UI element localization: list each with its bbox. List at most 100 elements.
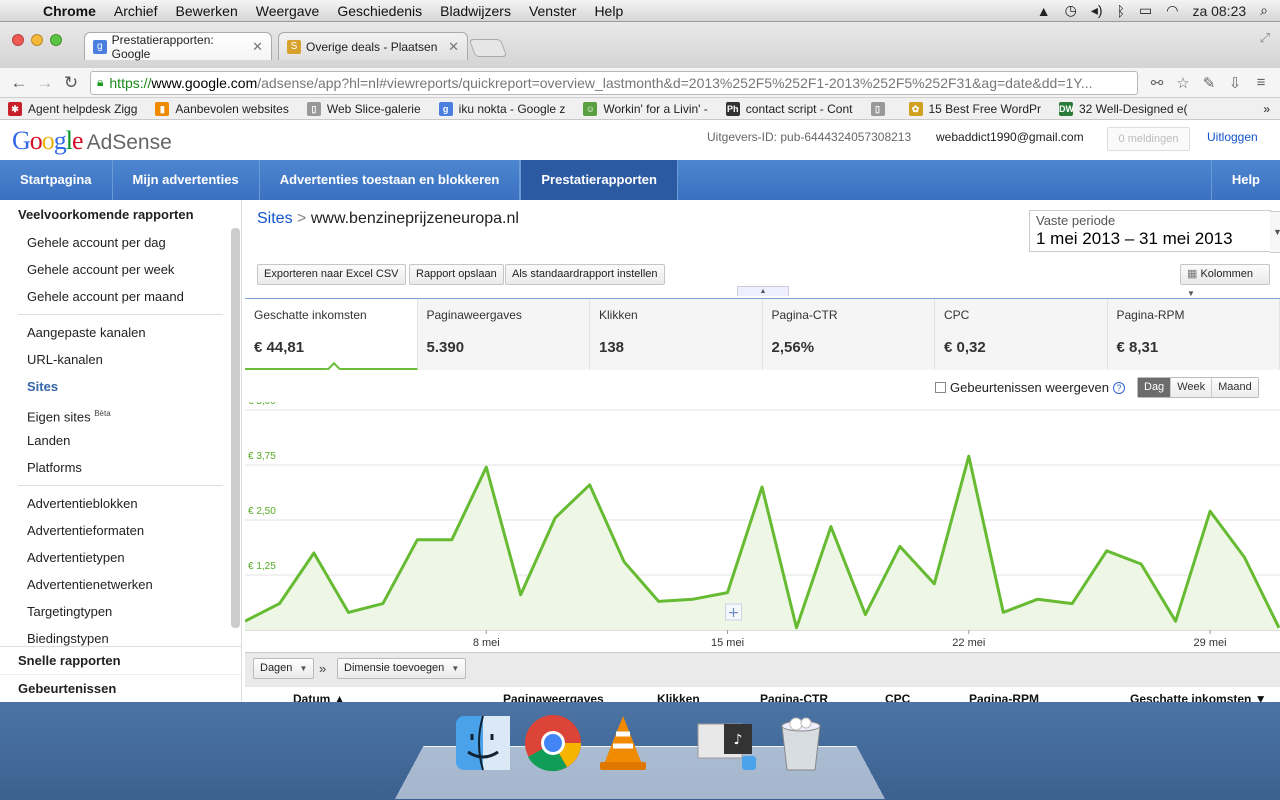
- data-point[interactable]: [896, 542, 904, 550]
- data-point[interactable]: [792, 624, 800, 632]
- bookmark-star-icon[interactable]: ☆: [1170, 74, 1196, 92]
- sidebar-item-sites[interactable]: Sites: [0, 373, 241, 400]
- data-point[interactable]: [310, 549, 318, 557]
- eyedropper-extension-icon[interactable]: ✎: [1196, 74, 1222, 92]
- sidebar-heading[interactable]: Veelvoorkomende rapporten: [0, 200, 241, 229]
- sidebar-item-account-week[interactable]: Gehele account per week: [0, 256, 241, 283]
- set-default-report-button[interactable]: Als standaardrapport instellen: [505, 264, 665, 285]
- menu-geschiedenis[interactable]: Geschiedenis: [328, 3, 431, 19]
- save-report-button[interactable]: Rapport opslaan: [409, 264, 504, 285]
- dimension-dropdown[interactable]: Dagen ▼: [253, 658, 315, 679]
- date-range-picker[interactable]: Vaste periode 1 mei 2013 – 31 mei 2013 ▼: [1029, 210, 1280, 253]
- address-bar[interactable]: 🔒︎ https://www.google.com/adsense/app?hl…: [90, 70, 1138, 95]
- data-point[interactable]: [930, 580, 938, 588]
- tab-prestatierapporten[interactable]: g Prestatierapporten: Google ✕: [84, 32, 272, 61]
- granularity-week[interactable]: Week: [1171, 378, 1213, 397]
- metric-card-klikken[interactable]: Klikken 138: [590, 299, 763, 370]
- account-email[interactable]: webaddict1990@gmail.com: [936, 130, 1084, 144]
- tab-overige-deals[interactable]: S Overige deals - Plaatsen ✕: [278, 32, 468, 60]
- menu-venster[interactable]: Venster: [520, 3, 585, 19]
- export-csv-button[interactable]: Exporteren naar Excel CSV: [257, 264, 406, 285]
- volume-icon[interactable]: ◂): [1091, 2, 1103, 19]
- bookmark-item[interactable]: ▯: [870, 101, 891, 116]
- events-checkbox[interactable]: [935, 382, 946, 393]
- data-point[interactable]: [1068, 600, 1076, 608]
- data-point[interactable]: [517, 591, 525, 599]
- metric-card-inkomsten[interactable]: Geschatte inkomsten € 44,81: [245, 299, 418, 370]
- sidebar-item-eigen-sites[interactable]: Eigen sites Bèta: [0, 400, 241, 427]
- battery-icon[interactable]: ▭: [1139, 2, 1152, 19]
- data-point[interactable]: [689, 595, 697, 603]
- col-pagina-ctr[interactable]: Pagina-CTR: [760, 692, 828, 702]
- data-point[interactable]: [482, 463, 490, 471]
- menu-help[interactable]: Help: [585, 3, 632, 19]
- breadcrumb-sites-link[interactable]: Sites: [257, 210, 293, 227]
- close-tab-icon[interactable]: ✕: [252, 39, 263, 55]
- chrome-dock-icon[interactable]: [522, 712, 584, 774]
- download-extension-icon[interactable]: ⇩: [1222, 74, 1248, 92]
- itunes-window-icon[interactable]: ♪: [696, 712, 758, 774]
- events-toggle[interactable]: Gebeurtenissen weergeven ?: [935, 380, 1125, 395]
- data-point[interactable]: [586, 481, 594, 489]
- clock[interactable]: za 08:23: [1192, 3, 1246, 19]
- col-cpc[interactable]: CPC: [885, 692, 910, 702]
- help-icon[interactable]: ?: [1113, 381, 1125, 394]
- sidebar-item-advertentieformaten[interactable]: Advertentieformaten: [0, 517, 241, 544]
- sidebar-item-landen[interactable]: Landen: [0, 427, 241, 454]
- menu-archief[interactable]: Archief: [105, 3, 167, 19]
- chevron-down-icon[interactable]: ▼: [1270, 211, 1280, 253]
- logout-link[interactable]: Uitloggen: [1207, 130, 1258, 144]
- sidebar-gebeurtenissen[interactable]: Gebeurtenissen: [0, 675, 241, 702]
- chrome-menu-icon[interactable]: ≡: [1248, 74, 1274, 91]
- bookmark-item[interactable]: ▮ Aanbevolen websites: [155, 101, 289, 116]
- sidebar-item-account-maand[interactable]: Gehele account per maand: [0, 283, 241, 310]
- wifi-icon[interactable]: ◠: [1166, 2, 1178, 19]
- data-point[interactable]: [1206, 507, 1214, 515]
- data-point[interactable]: [1172, 617, 1180, 625]
- menu-app-name[interactable]: Chrome: [34, 3, 105, 19]
- drive-icon[interactable]: ▲: [1037, 3, 1051, 19]
- data-point[interactable]: [1137, 560, 1145, 568]
- nav-mijn-advertenties[interactable]: Mijn advertenties: [113, 160, 260, 200]
- sidebar-item-account-dag[interactable]: Gehele account per dag: [0, 229, 241, 256]
- bookmark-item[interactable]: ☺ Workin' for a Livin' -: [583, 101, 708, 116]
- col-paginaweergaves[interactable]: Paginaweergaves: [503, 692, 604, 702]
- data-point[interactable]: [275, 600, 283, 608]
- zoom-window-icon[interactable]: [50, 34, 62, 46]
- data-point[interactable]: [827, 523, 835, 531]
- data-point[interactable]: [1103, 547, 1111, 555]
- close-tab-icon[interactable]: ✕: [448, 39, 459, 55]
- granularity-dag[interactable]: Dag: [1138, 378, 1172, 397]
- close-window-icon[interactable]: [12, 34, 24, 46]
- forward-icon[interactable]: →: [32, 73, 58, 93]
- data-point[interactable]: [965, 452, 973, 460]
- minimize-window-icon[interactable]: [31, 34, 43, 46]
- sidebar-item-url-kanalen[interactable]: URL-kanalen: [0, 346, 241, 373]
- nav-startpagina[interactable]: Startpagina: [0, 160, 113, 200]
- nav-advertenties-toestaan[interactable]: Advertenties toestaan en blokkeren: [260, 160, 521, 200]
- col-datum[interactable]: Datum ▲: [293, 692, 346, 702]
- bookmark-item[interactable]: DW 32 Well-Designed e(: [1059, 101, 1188, 116]
- col-pagina-rpm[interactable]: Pagina-RPM: [969, 692, 1039, 702]
- metric-card-pagina-rpm[interactable]: Pagina-RPM € 8,31: [1108, 299, 1280, 370]
- sidebar-item-targetingtypen[interactable]: Targetingtypen: [0, 598, 241, 625]
- granularity-maand[interactable]: Maand: [1212, 378, 1258, 397]
- adsense-logo[interactable]: Google AdSense: [12, 126, 172, 156]
- menu-bewerken[interactable]: Bewerken: [166, 3, 246, 19]
- bluetooth-icon[interactable]: ᛒ: [1117, 3, 1125, 19]
- data-point[interactable]: [999, 608, 1007, 616]
- data-point[interactable]: [1241, 553, 1249, 561]
- time-machine-icon[interactable]: ◷: [1065, 2, 1077, 19]
- bookmark-item[interactable]: ✱ Agent helpdesk Zigg: [8, 101, 137, 116]
- columns-button[interactable]: ▦ Kolommen ▼: [1180, 264, 1270, 298]
- sidebar-item-advertentietypen[interactable]: Advertentietypen: [0, 544, 241, 571]
- metric-card-pagina-ctr[interactable]: Pagina-CTR 2,56%: [763, 299, 935, 370]
- sidebar-item-advertentieblokken[interactable]: Advertentieblokken: [0, 490, 241, 517]
- data-point[interactable]: [861, 611, 869, 619]
- data-point[interactable]: [448, 536, 456, 544]
- metric-card-cpc[interactable]: CPC € 0,32: [935, 299, 1108, 370]
- col-klikken[interactable]: Klikken: [657, 692, 700, 702]
- extension-icon[interactable]: ⚯: [1144, 74, 1170, 92]
- data-point[interactable]: [620, 558, 628, 566]
- notifications-button[interactable]: 0 meldingen: [1107, 127, 1190, 151]
